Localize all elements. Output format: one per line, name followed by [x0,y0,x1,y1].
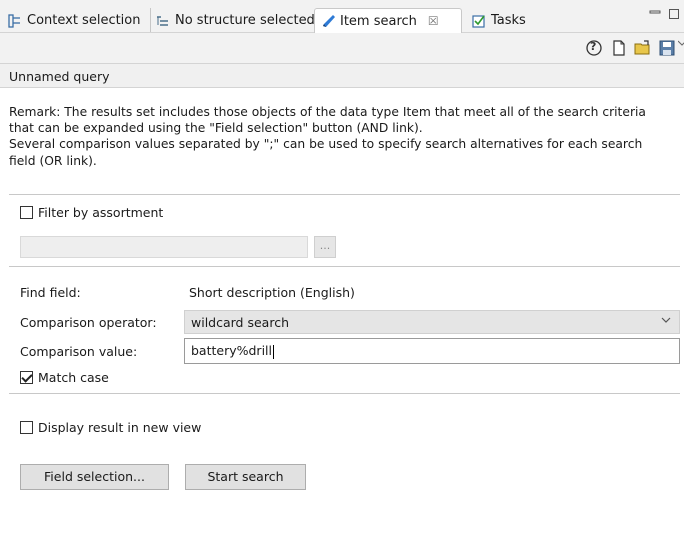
comparison-operator-select[interactable]: wildcard search [184,310,680,334]
tab-item-search[interactable]: Item search ☒ [314,8,462,33]
remark-text: Remark: The results set includes those o… [9,104,674,169]
open-folder-icon[interactable] [634,39,652,57]
help-glyph: ? [590,40,597,53]
view-toolbar: ? [0,33,684,64]
start-search-button[interactable]: Start search [185,464,306,490]
display-new-view-label: Display result in new view [38,420,202,435]
assortment-browse-button: ... [314,236,336,258]
comparison-value-text: battery%drill [191,343,272,358]
filter-assortment-label: Filter by assortment [38,205,164,220]
tasks-icon [472,14,486,28]
tab-tasks[interactable]: Tasks [472,8,526,33]
hierarchy-icon [8,13,22,28]
comparison-operator-value: wildcard search [191,315,289,330]
remark-line: Remark: The results set includes those o… [9,105,646,119]
view-menu-icon[interactable] [677,37,684,55]
match-case-label: Match case [38,370,109,385]
close-icon[interactable]: ☒ [428,14,439,28]
divider [9,194,680,195]
remark-line: that can be expanded using the "Field se… [9,121,423,136]
text-caret [273,344,274,359]
assortment-field [20,236,308,258]
comparison-value-input[interactable]: battery%drill [184,338,680,364]
checkbox-box[interactable] [20,371,33,384]
find-field-value: Short description (English) [189,285,355,300]
chevron-down-icon [661,315,671,328]
save-icon[interactable] [658,39,676,57]
help-icon[interactable]: ? [585,39,603,57]
tab-label: Tasks [491,13,526,28]
comparison-operator-label: Comparison operator: [20,315,157,330]
tab-label: No structure selected [175,13,315,28]
divider [9,393,680,394]
query-title: Unnamed query [0,64,684,88]
find-field-label: Find field: [20,285,81,300]
filter-assortment-checkbox[interactable]: Filter by assortment [20,205,163,220]
structure-icon [156,14,170,28]
divider [9,266,680,267]
match-case-checkbox[interactable]: Match case [20,370,109,385]
tab-label: Item search [340,13,417,29]
pen-icon [321,14,335,28]
tab-context-selection[interactable]: Context selection [8,8,141,33]
checkbox-box[interactable] [20,421,33,434]
tab-no-structure-selected[interactable]: No structure selected [156,8,315,33]
checkbox-box[interactable] [20,206,33,219]
display-new-view-checkbox[interactable]: Display result in new view [20,420,201,435]
comparison-value-label: Comparison value: [20,344,138,359]
view-tab-bar: Context selection No structure selected … [0,0,684,33]
new-document-icon[interactable] [610,39,628,57]
tab-label: Context selection [27,13,141,28]
maximize-icon[interactable] [668,8,680,24]
remark-line: Several comparison values separated by "… [9,137,643,152]
field-selection-button[interactable]: Field selection... [20,464,169,490]
minimize-icon[interactable] [649,8,661,24]
remark-line: field (OR link). [9,153,97,168]
tab-divider [150,8,151,32]
